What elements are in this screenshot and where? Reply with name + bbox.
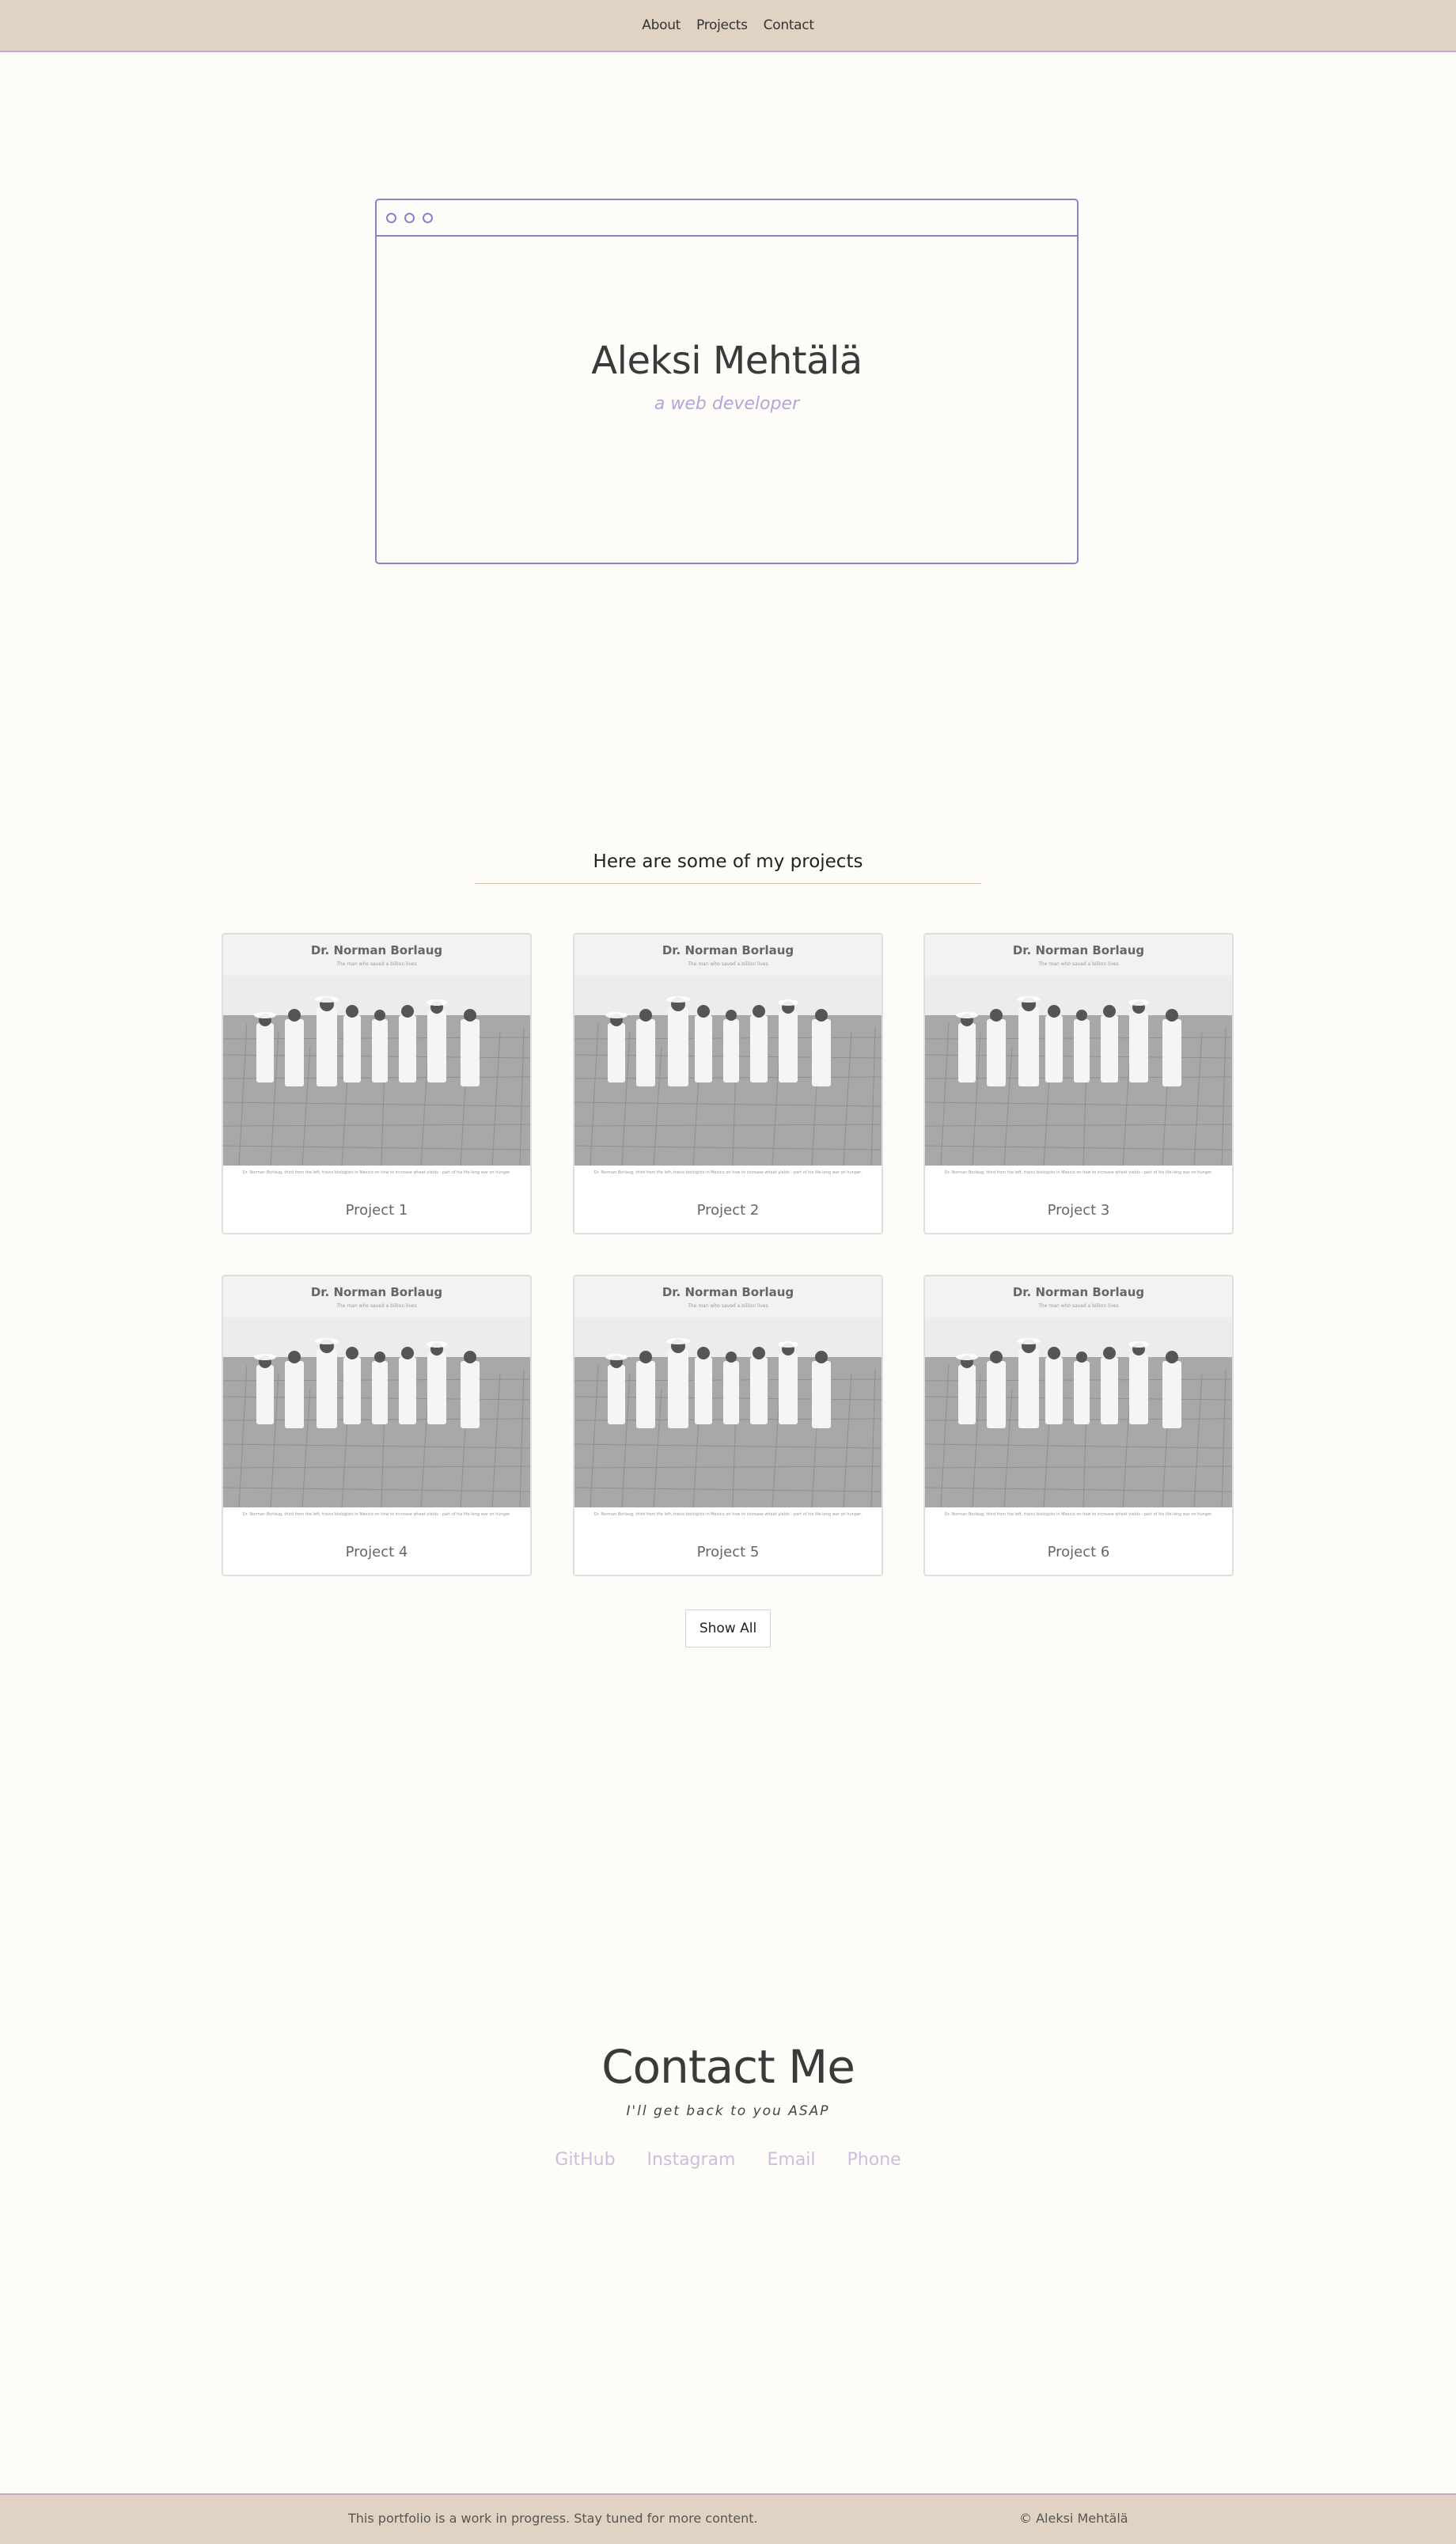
project-preview-subtitle: The man who saved a billion lives	[1038, 1303, 1119, 1309]
project-card[interactable]: Dr. Norman Borlaug The man who saved a b…	[222, 1275, 532, 1576]
project-preview-title: Dr. Norman Borlaug	[662, 1285, 794, 1299]
project-preview-caption: Dr. Norman Borlaug, third from the left,…	[242, 1512, 511, 1517]
project-preview-caption: Dr. Norman Borlaug, third from the left,…	[593, 1170, 863, 1175]
project-preview-caption: Dr. Norman Borlaug, third from the left,…	[242, 1170, 511, 1175]
hero-name: Aleksi Mehtälä	[591, 339, 863, 383]
project-preview-photo	[574, 976, 882, 1166]
project-card[interactable]: Dr. Norman Borlaug The man who saved a b…	[923, 933, 1234, 1234]
project-label: Project 5	[696, 1544, 760, 1560]
project-preview-header: Dr. Norman Borlaug The man who saved a b…	[925, 1276, 1232, 1317]
contact-link-instagram[interactable]: Instagram	[647, 2150, 736, 2170]
project-preview-subtitle: The man who saved a billion lives	[688, 1303, 768, 1309]
project-preview-title: Dr. Norman Borlaug	[310, 943, 443, 957]
project-preview-header: Dr. Norman Borlaug The man who saved a b…	[925, 935, 1232, 976]
project-preview-photo	[925, 976, 1232, 1166]
project-preview-header: Dr. Norman Borlaug The man who saved a b…	[223, 1276, 530, 1317]
show-all-button[interactable]: Show All	[685, 1609, 771, 1647]
nav-link-projects[interactable]: Projects	[696, 17, 748, 33]
project-card[interactable]: Dr. Norman Borlaug The man who saved a b…	[222, 933, 532, 1234]
project-preview-photo	[574, 1317, 882, 1507]
window-dot-icon	[386, 212, 396, 223]
project-card[interactable]: Dr. Norman Borlaug The man who saved a b…	[573, 933, 883, 1234]
project-label: Project 4	[345, 1544, 408, 1560]
project-card[interactable]: Dr. Norman Borlaug The man who saved a b…	[923, 1275, 1234, 1576]
contact-link-phone[interactable]: Phone	[847, 2150, 901, 2170]
contact-links: GitHub Instagram Email Phone	[0, 2150, 1456, 2170]
contact-link-github[interactable]: GitHub	[555, 2150, 615, 2170]
project-preview-caption: Dr. Norman Borlaug, third from the left,…	[944, 1170, 1213, 1175]
project-label: Project 2	[696, 1202, 760, 1219]
window-dot-icon	[423, 212, 433, 223]
contact-title: Contact Me	[601, 2040, 855, 2094]
project-preview-photo	[223, 1317, 530, 1507]
contact-link-email[interactable]: Email	[767, 2150, 815, 2170]
project-preview-title: Dr. Norman Borlaug	[1012, 943, 1145, 957]
footer-note: This portfolio is a work in progress. St…	[348, 2511, 758, 2526]
project-preview-caption: Dr. Norman Borlaug, third from the left,…	[944, 1512, 1213, 1517]
hero-window-titlebar	[377, 200, 1077, 237]
project-preview-header: Dr. Norman Borlaug The man who saved a b…	[223, 935, 530, 976]
footer-copyright: © Aleksi Mehtälä	[1019, 2511, 1128, 2526]
project-preview-photo	[925, 1317, 1232, 1507]
footer: This portfolio is a work in progress. St…	[0, 2493, 1456, 2544]
project-label: Project 1	[345, 1202, 408, 1219]
project-label: Project 3	[1047, 1202, 1110, 1219]
top-nav: About Projects Contact	[0, 0, 1456, 52]
project-preview-subtitle: The man who saved a billion lives	[1038, 961, 1119, 967]
contact-subtitle: I'll get back to you ASAP	[626, 2103, 830, 2119]
project-preview-title: Dr. Norman Borlaug	[310, 1285, 443, 1299]
nav-link-about[interactable]: About	[642, 17, 681, 33]
project-preview-caption: Dr. Norman Borlaug, third from the left,…	[593, 1512, 863, 1517]
project-preview-subtitle: The man who saved a billion lives	[336, 1303, 417, 1309]
hero-window: Aleksi Mehtälä a web developer	[375, 199, 1079, 564]
window-dot-icon	[404, 212, 415, 223]
project-label: Project 6	[1047, 1544, 1110, 1560]
project-preview-header: Dr. Norman Borlaug The man who saved a b…	[574, 935, 882, 976]
project-preview-subtitle: The man who saved a billion lives	[688, 961, 768, 967]
project-preview-title: Dr. Norman Borlaug	[662, 943, 794, 957]
nav-link-contact[interactable]: Contact	[764, 17, 814, 33]
project-card[interactable]: Dr. Norman Borlaug The man who saved a b…	[573, 1275, 883, 1576]
projects-heading: Here are some of my projects	[475, 851, 981, 884]
hero-subtitle: a web developer	[654, 394, 800, 414]
project-preview-header: Dr. Norman Borlaug The man who saved a b…	[574, 1276, 882, 1317]
project-preview-subtitle: The man who saved a billion lives	[336, 961, 417, 967]
project-preview-title: Dr. Norman Borlaug	[1012, 1285, 1145, 1299]
project-preview-photo	[223, 976, 530, 1166]
